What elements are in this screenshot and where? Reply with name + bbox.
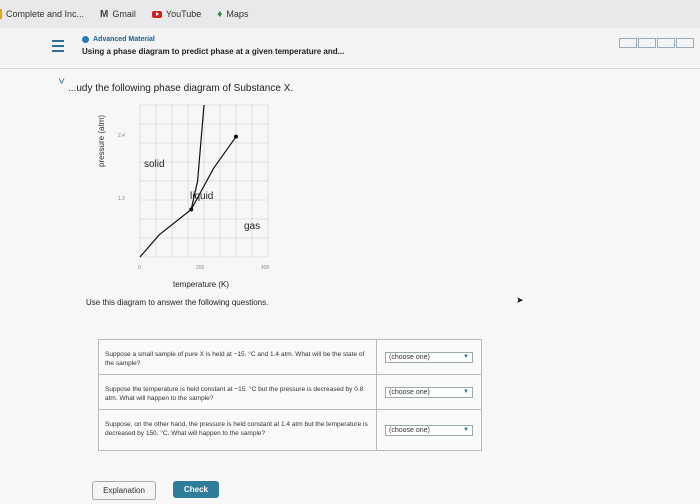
- bookmark-label: Complete and Inc...: [6, 9, 85, 19]
- explanation-button[interactable]: Explanation: [92, 481, 156, 500]
- select-value: (choose one): [389, 353, 430, 361]
- critical-point: [234, 134, 238, 139]
- bookmark-maps[interactable]: ♦ Maps: [217, 9, 248, 20]
- question-row: Suppose, on the other hand, the pressure…: [99, 410, 481, 450]
- x-tick-label: 400: [261, 265, 270, 271]
- instructions-text: Use this diagram to answer the following…: [86, 298, 269, 307]
- x-tick-label: 0: [138, 265, 141, 271]
- status-dot-icon: [82, 36, 89, 43]
- chevron-down-icon: ▼: [463, 427, 469, 433]
- menu-icon[interactable]: [52, 40, 64, 52]
- bookmark-gmail[interactable]: M Gmail: [100, 9, 136, 20]
- x-tick-label: 200: [196, 265, 205, 271]
- answer-select-2[interactable]: (choose one) ▼: [385, 386, 473, 398]
- chevron-right-icon[interactable]: >: [55, 78, 67, 84]
- region-label-liquid: liquid: [190, 191, 213, 202]
- mouse-cursor-icon: ➤: [516, 295, 524, 305]
- region-label-solid: solid: [144, 159, 165, 170]
- select-value: (choose one): [389, 426, 430, 434]
- youtube-icon: [151, 10, 162, 18]
- answer-select-1[interactable]: (choose one) ▼: [385, 351, 473, 363]
- question-row: Suppose the temperature is held constant…: [99, 375, 481, 410]
- bookmark-label: Maps: [226, 9, 249, 19]
- bookmarks-bar: Complete and Inc... M Gmail YouTube ♦ Ma…: [0, 0, 700, 28]
- topic-tag-label: Advanced Material: [93, 36, 155, 43]
- y-tick-label: 1.2: [118, 196, 125, 202]
- assignment-header: Advanced Material Using a phase diagram …: [0, 28, 700, 69]
- phase-boundary-1: [139, 209, 192, 258]
- main-content: > ...udy the following phase diagram of …: [0, 69, 700, 504]
- progress-boxes: [618, 38, 694, 48]
- question-text: Suppose a small sample of pure X is held…: [99, 340, 377, 374]
- phase-diagram: pressure (atm) solid liquid gas 2.4 1.2 …: [97, 104, 270, 271]
- question-row: Suppose a small sample of pure X is held…: [99, 340, 481, 375]
- maps-pin-icon: ♦: [217, 8, 223, 20]
- bookmark-label: Gmail: [112, 9, 136, 19]
- triple-point: [189, 207, 194, 212]
- question-text: Suppose the temperature is held constant…: [99, 375, 377, 409]
- bookmark-complete[interactable]: Complete and Inc...: [0, 9, 85, 19]
- x-axis-label: temperature (K): [173, 280, 230, 289]
- bookmark-youtube[interactable]: YouTube: [151, 9, 202, 19]
- check-button[interactable]: Check: [173, 481, 219, 498]
- select-value: (choose one): [389, 388, 430, 396]
- y-tick-label: 2.4: [118, 133, 125, 139]
- y-axis-label: pressure (atm): [97, 115, 106, 167]
- answer-select-3[interactable]: (choose one) ▼: [385, 424, 473, 436]
- chevron-down-icon: ▼: [463, 354, 469, 360]
- intro-text: ...udy the following phase diagram of Su…: [68, 83, 294, 94]
- bookmark-label: YouTube: [165, 9, 202, 19]
- question-table: Suppose a small sample of pure X is held…: [98, 339, 482, 451]
- document-icon: [0, 9, 2, 19]
- region-label-gas: gas: [244, 221, 260, 232]
- question-text: Suppose, on the other hand, the pressure…: [99, 410, 377, 450]
- topic-tag: Advanced Material: [82, 36, 155, 43]
- gmail-icon: M: [100, 8, 109, 20]
- chevron-down-icon: ▼: [463, 389, 469, 395]
- page-title: Using a phase diagram to predict phase a…: [82, 47, 345, 56]
